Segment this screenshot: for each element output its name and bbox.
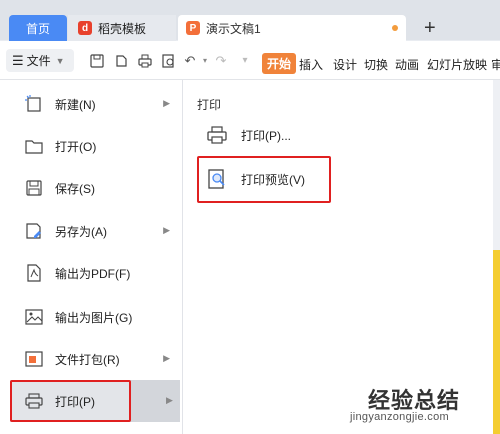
file-menu-label: 文件 xyxy=(26,54,51,68)
more-icon[interactable]: ▾ xyxy=(238,54,252,68)
daoke-logo-icon: d xyxy=(78,21,92,35)
save-icon xyxy=(24,178,44,198)
menu-item-save-label: 保存(S) xyxy=(55,181,95,196)
save-toolbar-icon[interactable] xyxy=(90,54,104,68)
tab-bar: 首页 d 稻壳模板 P 演示文稿1 + xyxy=(0,0,500,41)
new-icon xyxy=(24,94,44,114)
ribbon-tab-start[interactable]: 开始 xyxy=(262,53,297,74)
folder-icon xyxy=(24,136,44,156)
export-toolbar-icon[interactable] xyxy=(114,54,128,68)
tab-daoke-templates[interactable]: d 稻壳模板 xyxy=(68,15,176,41)
presentation-logo-icon: P xyxy=(186,21,200,35)
menu-item-save-as-label: 另存为(A) xyxy=(55,224,107,239)
print-toolbar-icon[interactable] xyxy=(138,54,152,68)
redo-icon[interactable]: ↷ xyxy=(214,54,228,68)
pdf-icon xyxy=(24,263,44,283)
tab-daoke-label: 稻壳模板 xyxy=(98,21,147,36)
print-preview-highlight-box xyxy=(197,156,331,203)
watermark: 经验总结 jingyanzongjie.com xyxy=(350,383,500,431)
chevron-right-icon: ▶ xyxy=(166,395,173,405)
print-submenu-expander[interactable]: ▶ xyxy=(130,380,180,422)
menu-item-export-pdf[interactable]: 输出为PDF(F) xyxy=(10,252,180,294)
ribbon-tab-design[interactable]: 设计 xyxy=(333,56,357,73)
print-submenu-header: 打印 xyxy=(197,98,222,112)
menu-item-save[interactable]: 保存(S) xyxy=(10,167,180,209)
menu-item-save-as[interactable]: 另存为(A) ▶ xyxy=(10,210,180,252)
menu-item-open-label: 打开(O) xyxy=(55,139,97,154)
save-as-icon xyxy=(24,221,44,241)
menu-item-package-label: 文件打包(R) xyxy=(55,352,120,367)
submenu-item-print-label: 打印(P)... xyxy=(241,128,291,143)
printer-icon xyxy=(205,123,229,147)
ribbon-tab-transition[interactable]: 切换 xyxy=(364,56,388,73)
package-icon xyxy=(24,349,44,369)
menu-item-open[interactable]: 打开(O) xyxy=(10,125,180,167)
ribbon-tab-slideshow[interactable]: 幻灯片放映 xyxy=(427,56,487,73)
menu-item-export-pdf-label: 输出为PDF(F) xyxy=(55,266,131,281)
chevron-right-icon: ▶ xyxy=(163,98,170,108)
menu-item-export-image[interactable]: 输出为图片(G) xyxy=(10,296,180,338)
print-highlight-box xyxy=(10,380,131,422)
new-tab-button[interactable]: + xyxy=(424,18,436,38)
ribbon-tab-insert[interactable]: 插入 xyxy=(299,56,323,73)
menu-item-new-label: 新建(N) xyxy=(55,97,96,112)
tab-home-label: 首页 xyxy=(25,21,50,36)
ribbon-tab-review[interactable]: 审 xyxy=(491,56,500,73)
chevron-down-icon: ▼ xyxy=(55,55,65,66)
watermark-url: jingyanzongjie.com xyxy=(350,411,449,423)
hamburger-icon: ☰ xyxy=(12,52,24,68)
file-menu-button[interactable]: ☰ 文件 ▼ xyxy=(6,49,74,72)
menu-item-package[interactable]: 文件打包(R) ▶ xyxy=(10,338,180,380)
tab-home[interactable]: 首页 xyxy=(9,15,67,41)
chevron-right-icon: ▶ xyxy=(163,353,170,363)
submenu-item-print[interactable]: 打印(P)... xyxy=(205,123,291,147)
menu-item-export-image-label: 输出为图片(G) xyxy=(55,310,133,325)
tab-document-label: 演示文稿1 xyxy=(206,21,261,36)
unsaved-dot-icon xyxy=(392,25,398,31)
ribbon-tab-animation[interactable]: 动画 xyxy=(395,56,419,73)
toolbar: ☰ 文件 ▼ ↶ ▾ ↷ ▾ 开始 插入 设计 切换 动画 幻灯片放映 审 xyxy=(0,41,500,80)
menu-item-new[interactable]: 新建(N) ▶ xyxy=(10,83,180,125)
tab-document[interactable]: P 演示文稿1 xyxy=(178,15,406,41)
undo-dropdown-icon[interactable]: ▾ xyxy=(198,54,212,68)
chevron-right-icon: ▶ xyxy=(163,225,170,235)
print-preview-toolbar-icon[interactable] xyxy=(162,54,176,68)
undo-icon[interactable]: ↶ xyxy=(183,54,197,68)
image-icon xyxy=(24,307,44,327)
